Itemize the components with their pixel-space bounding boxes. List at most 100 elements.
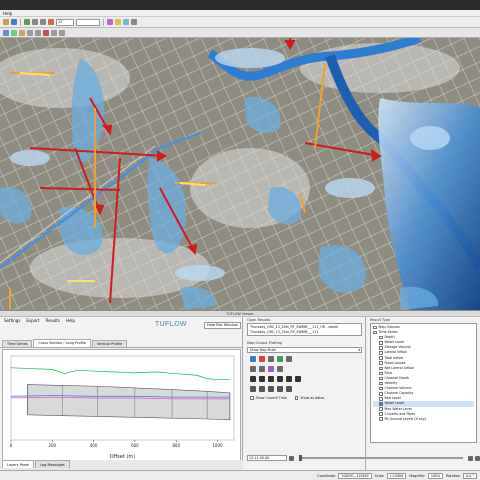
- result-type-checkbox[interactable]: [379, 386, 383, 391]
- zoom-in-icon[interactable]: [32, 19, 38, 25]
- scale-field[interactable]: 1:13906: [386, 472, 407, 479]
- menu-results[interactable]: Results: [46, 317, 60, 325]
- home-icon[interactable]: [277, 366, 283, 372]
- result-type-checkbox[interactable]: [379, 376, 383, 381]
- edit-icon[interactable]: [35, 29, 41, 36]
- x-tick-label: 200: [48, 443, 56, 448]
- result-type-checkbox[interactable]: [379, 402, 383, 406]
- current-time-field[interactable]: 12:11:30.00: [247, 455, 287, 461]
- time-slider-handle[interactable]: [299, 455, 302, 461]
- tab-time-series[interactable]: Time Series: [2, 340, 33, 347]
- long-profile-plot[interactable]: 0 200 400 600 800 1000 Offset (m): [2, 349, 241, 463]
- x-tick-label: 0: [10, 443, 13, 448]
- export-icon[interactable]: [259, 376, 265, 382]
- chevron-down-icon: ▾: [358, 348, 360, 352]
- result-type-checkbox[interactable]: [379, 351, 383, 355]
- cross-section-tool-icon[interactable]: [268, 366, 274, 372]
- tab-layers-panel[interactable]: Layers Panel: [2, 460, 35, 468]
- result-type-checkbox[interactable]: [379, 346, 383, 350]
- menu-export[interactable]: Export: [26, 317, 39, 325]
- result-type-checkbox[interactable]: [379, 412, 383, 416]
- scale-field[interactable]: [76, 18, 100, 26]
- y-axis-icon[interactable]: [259, 386, 265, 392]
- secondary-axis-icon[interactable]: [268, 386, 274, 392]
- result-type-panel: Result Type Map Outputs Time Series Depth W…: [367, 317, 480, 471]
- rotation-field[interactable]: 0.0 °: [463, 472, 477, 479]
- result-type-checkbox[interactable]: [373, 330, 377, 335]
- identify-icon[interactable]: [48, 19, 54, 25]
- tab-vertical-profile[interactable]: Vertical Profile: [92, 340, 128, 347]
- result-type-checkbox[interactable]: [379, 361, 383, 365]
- refresh-icon[interactable]: [131, 19, 137, 25]
- measure-icon[interactable]: [107, 19, 113, 25]
- result-type-checkbox[interactable]: [379, 381, 383, 386]
- map-output-dropdown[interactable]: Draw Map Multi ▾: [247, 347, 362, 353]
- map-canvas[interactable]: [0, 38, 480, 310]
- x-axis-icon[interactable]: [250, 386, 256, 392]
- show-current-time-checkbox[interactable]: Show Current Time Show as dates: [244, 396, 365, 400]
- result-type-checkbox[interactable]: [379, 417, 383, 421]
- camera-icon[interactable]: [250, 376, 256, 382]
- result-type-checkbox[interactable]: [379, 407, 383, 411]
- save-project-icon[interactable]: [11, 19, 17, 25]
- toolbar-separator: [20, 18, 21, 26]
- zoom-level-field[interactable]: 12: [56, 18, 74, 26]
- chart-icon[interactable]: [277, 376, 283, 382]
- result-item[interactable]: Thursday_QRC_13_20m_RF_SWMM___111: [250, 330, 359, 335]
- checkbox-box[interactable]: [294, 396, 299, 400]
- tab-cross-section-long-profile[interactable]: Cross Section / Long Profile: [33, 339, 92, 347]
- result-type-checkbox[interactable]: [379, 366, 383, 371]
- result-type-checkbox[interactable]: [379, 356, 383, 360]
- result-type-tree[interactable]: Map Outputs Time Series Depth Water Level St…: [370, 323, 477, 443]
- pan-icon[interactable]: [24, 19, 30, 25]
- next-step-icon[interactable]: [475, 455, 480, 461]
- flag-icon[interactable]: [268, 376, 274, 382]
- open-project-icon[interactable]: [3, 19, 9, 25]
- delete-icon[interactable]: [43, 29, 49, 36]
- line-style-icon[interactable]: [286, 386, 292, 392]
- add-raster-layer-icon[interactable]: [11, 29, 17, 36]
- menu-help[interactable]: Help: [3, 11, 12, 16]
- redo-icon[interactable]: [59, 29, 65, 36]
- legend-icon[interactable]: [295, 376, 301, 382]
- undo-icon[interactable]: [51, 29, 57, 36]
- digitize-icon[interactable]: [27, 29, 33, 36]
- rotation-label: Rotation: [446, 473, 461, 478]
- refresh-plot-icon[interactable]: [277, 356, 283, 362]
- result-type-checkbox[interactable]: [379, 335, 383, 340]
- menu-help[interactable]: Help: [66, 317, 75, 325]
- x-tick-label: 800: [172, 443, 180, 448]
- label-icon[interactable]: [277, 386, 283, 392]
- remove-plot-icon[interactable]: [259, 356, 265, 362]
- copy-icon[interactable]: [286, 376, 292, 382]
- settings-icon[interactable]: [286, 356, 292, 362]
- checkbox-box[interactable]: [250, 396, 254, 400]
- result-type-checkbox[interactable]: [379, 392, 383, 396]
- previous-step-icon[interactable]: [289, 455, 294, 461]
- result-type-checkbox[interactable]: [379, 341, 383, 345]
- checkbox-label: Show as dates: [300, 396, 325, 400]
- add-plot-icon[interactable]: [250, 356, 256, 362]
- pan-plot-icon[interactable]: [250, 366, 256, 372]
- add-mesh-layer-icon[interactable]: [19, 29, 25, 36]
- result-type-checkbox[interactable]: [379, 371, 383, 376]
- play-icon[interactable]: [468, 455, 473, 461]
- add-vector-layer-icon[interactable]: [3, 29, 9, 36]
- hide-plot-window-button[interactable]: Hide Plot Window: [204, 322, 241, 329]
- result-type-checkbox[interactable]: [373, 325, 377, 330]
- grid-icon[interactable]: [268, 356, 274, 362]
- zoom-out-icon[interactable]: [40, 19, 46, 25]
- magnifier-field[interactable]: 100%: [427, 472, 444, 479]
- x-tick-label: 1000: [212, 443, 223, 448]
- tab-log-messages[interactable]: Log Messages: [35, 460, 70, 468]
- open-results-list[interactable]: Thursday_QRC_13_20m_RF_SWMM___111_HR - d…: [247, 323, 362, 336]
- result-type-checkbox[interactable]: [379, 397, 383, 401]
- zoom-plot-icon[interactable]: [259, 366, 265, 372]
- coordinate-field[interactable]: 306391,-115893: [338, 472, 372, 479]
- dropdown-value: Draw Map Multi: [250, 348, 276, 352]
- menu-settings[interactable]: Settings: [4, 317, 20, 325]
- time-slider[interactable]: [299, 455, 463, 461]
- result-type-item[interactable]: Pit Ground Levels (if any): [373, 417, 474, 422]
- select-icon[interactable]: [115, 19, 121, 25]
- attribute-table-icon[interactable]: [123, 19, 129, 25]
